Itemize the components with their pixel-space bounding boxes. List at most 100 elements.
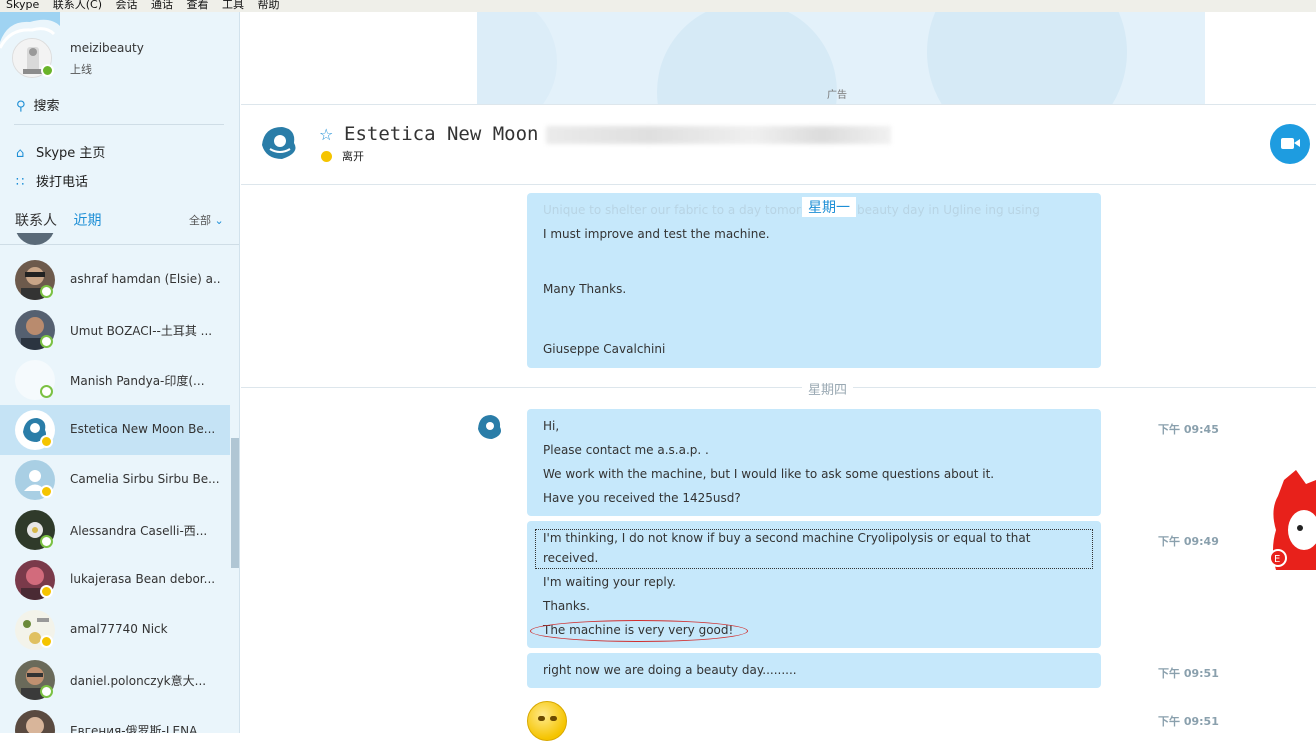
- call-phones-link[interactable]: ∷ 拨打电话: [16, 171, 88, 190]
- selection-focus-box: [535, 529, 1093, 569]
- message-timestamp: 下午 09:51: [1158, 667, 1219, 680]
- contact-tabs: 联系人 近期 全部 ⌄: [15, 210, 224, 230]
- fox-mascot-icon: E: [1269, 470, 1316, 570]
- skype-home-link[interactable]: ⌂ Skype 主页: [16, 142, 105, 161]
- video-call-button[interactable]: [1270, 124, 1310, 164]
- day-divider: 星期一: [802, 197, 856, 217]
- search-button[interactable]: ⚲ 搜索: [16, 95, 60, 114]
- list-item[interactable]: [0, 233, 230, 245]
- contact-item[interactable]: Alessandra Caselli-西...: [0, 505, 230, 555]
- message-line: Giuseppe Cavalchini: [543, 342, 666, 356]
- highlight-circle-annotation: [530, 620, 748, 642]
- svg-text:E: E: [1274, 554, 1280, 565]
- away-status-icon: [40, 635, 53, 648]
- contact-item[interactable]: Евгения-俄罗斯-LENA: [0, 705, 230, 733]
- divider: [241, 387, 1316, 388]
- message-line: I must improve and test the machine.: [543, 227, 770, 241]
- sidebar: meizibeauty 上线 ⚲ 搜索 ⌂ Skype 主页 ∷ 拨打电话 联系人 近…: [0, 12, 240, 733]
- profile-card[interactable]: meizibeauty 上线: [12, 38, 232, 88]
- contact-item[interactable]: ashraf hamdan (Elsie) a...: [0, 255, 230, 305]
- message-bubble[interactable]: I must improve and test the machine. Man…: [527, 193, 1101, 368]
- menu-view[interactable]: 查看: [187, 0, 209, 10]
- scrollbar[interactable]: [231, 438, 239, 568]
- online-status-icon: [40, 685, 53, 698]
- contact-name: Estetica New Moon Be...: [70, 422, 216, 436]
- ad-decoration: [657, 12, 837, 104]
- message-line: Many Thanks.: [543, 282, 627, 296]
- contact-name: amal77740 Nick: [70, 622, 168, 636]
- menu-tools[interactable]: 工具: [222, 0, 244, 10]
- favorite-star-icon[interactable]: ☆: [319, 125, 333, 144]
- contact-name: Евгения-俄罗斯-LENA: [70, 724, 198, 733]
- message-line: right now we are doing a beauty day.....…: [543, 663, 797, 677]
- chevron-down-icon: ⌄: [214, 214, 224, 227]
- contact-name: lukajerasa Bean debor...: [70, 572, 216, 586]
- message-timestamp: 下午 09:45: [1158, 423, 1219, 436]
- menu-skype[interactable]: Skype: [6, 0, 39, 10]
- contact-item[interactable]: Camelia Sirbu Sirbu Be...: [0, 455, 230, 505]
- away-status-icon: [40, 585, 53, 598]
- message-line: Please contact me a.s.a.p. .: [543, 443, 709, 457]
- contact-name: Alessandra Caselli-西...: [70, 524, 208, 538]
- day-divider: 星期四: [802, 379, 854, 398]
- message-line: We work with the machine, but I would li…: [543, 467, 995, 481]
- profile-status[interactable]: 上线: [70, 61, 92, 77]
- ad-decoration: [477, 12, 557, 104]
- call-label: 拨打电话: [36, 175, 89, 190]
- message-bubble[interactable]: Hi, Please contact me a.s.a.p. . We work…: [527, 409, 1101, 516]
- message-timestamp: 下午 09:49: [1158, 535, 1219, 548]
- ad-label: 广告: [827, 90, 847, 101]
- contact-item[interactable]: daniel.polonczyk意大...: [0, 655, 230, 705]
- contact-item[interactable]: Umut BOZACI--土耳其 ...: [0, 305, 230, 355]
- online-status-icon: [40, 535, 53, 548]
- contact-status: 离开: [321, 148, 364, 164]
- chat-title: Estetica New Moon: [344, 123, 892, 145]
- profile-name: meizibeauty: [70, 41, 144, 55]
- dialpad-icon: ∷: [16, 175, 25, 190]
- emoticon-icon[interactable]: [527, 701, 567, 741]
- message-line: I'm waiting your reply.: [543, 575, 676, 589]
- away-status-icon: [321, 151, 332, 162]
- online-status-icon: [40, 385, 53, 398]
- filter-dropdown[interactable]: 全部 ⌄: [189, 212, 224, 228]
- avatar: [15, 233, 55, 245]
- online-status-icon: [40, 335, 53, 348]
- avatar: [15, 710, 55, 733]
- contact-name: ashraf hamdan (Elsie) a...: [70, 272, 220, 286]
- video-camera-lens: [1294, 139, 1300, 147]
- menu-help[interactable]: 帮助: [258, 0, 280, 10]
- message-line: Hi,: [543, 419, 560, 433]
- ad-banner[interactable]: 广告: [477, 12, 1205, 104]
- status-text: 离开: [342, 150, 364, 163]
- tab-recent[interactable]: 近期: [73, 213, 101, 229]
- filter-label: 全部: [189, 214, 211, 227]
- contact-item[interactable]: lukajerasa Bean debor...: [0, 555, 230, 605]
- faded-message-line: Unique to shelter our fabric to a day to…: [543, 203, 1040, 217]
- message-timestamp: 下午 09:51: [1158, 715, 1219, 728]
- away-status-icon: [40, 435, 53, 448]
- menu-contacts[interactable]: 联系人(C): [53, 0, 102, 10]
- contact-item-selected[interactable]: Estetica New Moon Be...: [0, 405, 230, 455]
- home-icon: ⌂: [16, 146, 25, 161]
- divider: [14, 124, 224, 125]
- contact-item[interactable]: amal77740 Nick: [0, 605, 230, 655]
- contact-item[interactable]: Manish Pandya-印度(...: [0, 355, 230, 405]
- home-label: Skype 主页: [36, 146, 106, 161]
- avatar[interactable]: [256, 119, 304, 167]
- avatar[interactable]: [475, 411, 505, 443]
- search-icon: ⚲: [16, 99, 26, 114]
- tab-contacts[interactable]: 联系人: [15, 213, 57, 229]
- online-status-icon: [40, 285, 53, 298]
- menu-call[interactable]: 通话: [151, 0, 173, 10]
- contact-name: daniel.polonczyk意大...: [70, 674, 207, 688]
- menu-conversation[interactable]: 会话: [116, 0, 138, 10]
- video-camera-icon: [1281, 138, 1294, 149]
- message-bubble[interactable]: right now we are doing a beauty day.....…: [527, 653, 1101, 688]
- chat-header: ☆ Estetica New Moon 离开: [241, 105, 1316, 185]
- contact-name: Manish Pandya-印度(...: [70, 374, 205, 388]
- contact-name: Camelia Sirbu Sirbu Be...: [70, 472, 220, 486]
- blurred-title-region: [546, 125, 892, 144]
- message-line: Thanks.: [543, 599, 590, 613]
- menu-bar: Skype 联系人(C) 会话 通话 查看 工具 帮助: [0, 0, 1316, 12]
- online-status-icon: [41, 64, 54, 77]
